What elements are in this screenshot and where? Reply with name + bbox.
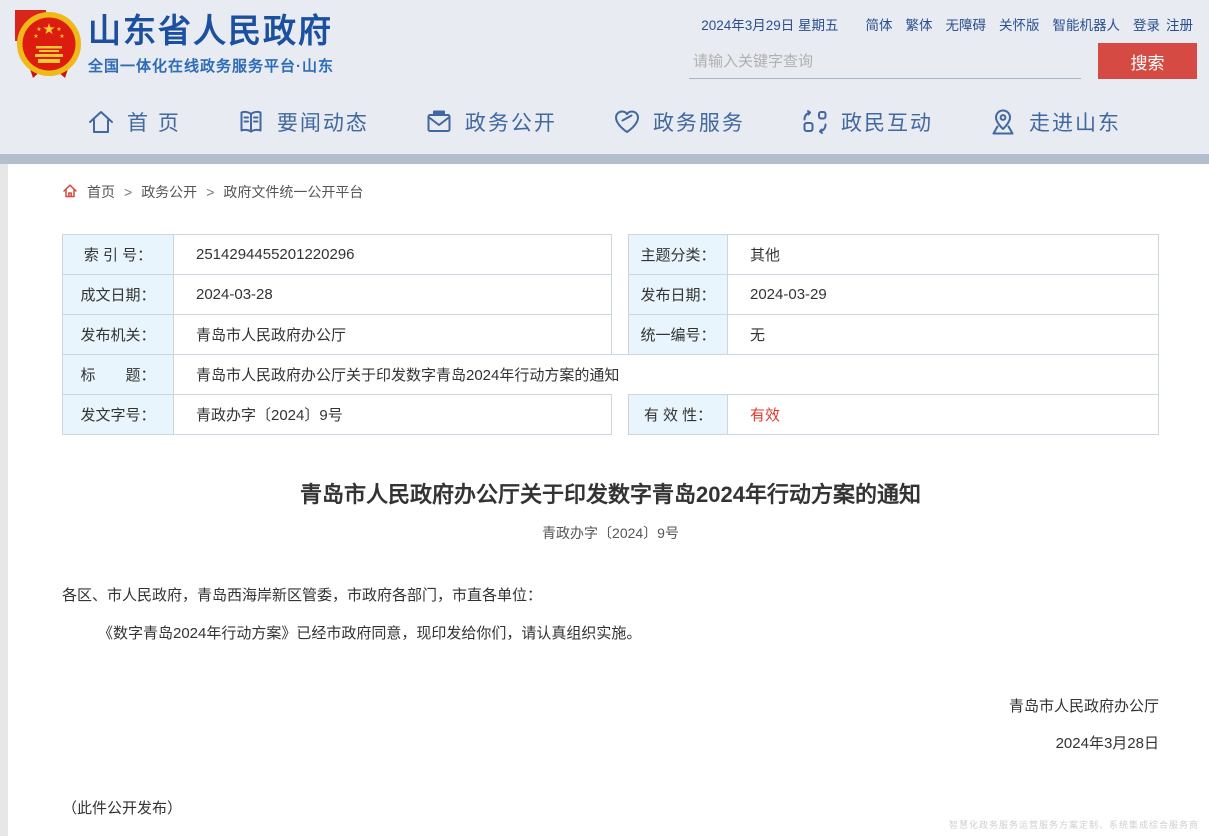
header: ★ ★ ★ ★ ★ 山东省人民政府 全国一体化在线政务服务平台·山东 2024年…: [0, 0, 1209, 90]
home-icon-red[interactable]: [62, 183, 78, 202]
book-icon: [236, 107, 266, 137]
breadcrumb-home[interactable]: 首页: [87, 182, 115, 202]
meta-label-publish-date: 发布日期：: [628, 274, 728, 315]
document-title: 青岛市人民政府办公厅关于印发数字青岛2024年行动方案的通知: [62, 477, 1159, 509]
site-title: 山东省人民政府: [88, 13, 334, 49]
meta-value-issuing-agency: 青岛市人民政府办公厅: [174, 314, 612, 355]
page: ★ ★ ★ ★ ★ 山东省人民政府 全国一体化在线政务服务平台·山东 2024年…: [0, 0, 1209, 836]
header-right: 2024年3月29日 星期五 简体 繁体 无障碍 关怀版 智能机器人 登录 注册…: [689, 14, 1209, 79]
divider-band: [0, 154, 1209, 164]
nav-label: 要闻动态: [277, 107, 369, 137]
meta-value-publish-date: 2024-03-29: [728, 274, 1159, 315]
link-robot[interactable]: 智能机器人: [1053, 14, 1121, 34]
meta-value-category: 其他: [728, 234, 1159, 275]
table-row: 发布机关： 青岛市人民政府办公厅 统一编号： 无: [62, 314, 1159, 355]
nav-item-interaction[interactable]: 政民互动: [800, 107, 933, 137]
meta-label-written-date: 成文日期：: [62, 274, 174, 315]
watermark-text: 智慧化政务服务运营服务方案定制、系统集成综合服务商: [949, 818, 1199, 831]
meta-label-index: 索 引 号：: [62, 234, 174, 275]
nav-label: 走进山东: [1029, 107, 1121, 137]
table-gap: [612, 234, 628, 275]
nav-label: 政民互动: [841, 107, 933, 137]
nav-item-news[interactable]: 要闻动态: [236, 107, 369, 137]
brand[interactable]: 山东省人民政府 全国一体化在线政务服务平台·山东: [88, 13, 334, 76]
meta-label-issuing-agency: 发布机关：: [62, 314, 174, 355]
topbar: 2024年3月29日 星期五 简体 繁体 无障碍 关怀版 智能机器人 登录 注册: [689, 14, 1209, 34]
meta-label-category: 主题分类：: [628, 234, 728, 275]
svg-text:★: ★: [36, 26, 41, 33]
breadcrumb-separator: >: [124, 184, 132, 200]
svg-text:★: ★: [42, 21, 55, 38]
date-text: 2024年3月29日 星期五: [701, 14, 838, 34]
table-row: 发文字号： 青政办字〔2024〕9号 有 效 性： 有效: [62, 394, 1159, 435]
main-nav: 首 页 要闻动态 政务公开: [0, 90, 1209, 154]
search-input[interactable]: [689, 45, 1081, 79]
breadcrumb-separator: >: [206, 184, 214, 200]
content: 首页 > 政务公开 > 政府文件统一公开平台 索 引 号： 2514294455…: [0, 164, 1209, 836]
nav-label: 首 页: [127, 107, 181, 137]
document-number: 青政办字〔2024〕9号: [62, 523, 1159, 543]
link-care-version[interactable]: 关怀版: [999, 14, 1040, 34]
table-row: 成文日期： 2024-03-28 发布日期： 2024-03-29: [62, 274, 1159, 315]
svg-text:★: ★: [33, 33, 38, 40]
search-bar: 搜索: [689, 43, 1209, 79]
table-row: 标 题： 青岛市人民政府办公厅关于印发数字青岛2024年行动方案的通知: [62, 354, 1159, 395]
nav-label: 政务公开: [465, 107, 557, 137]
table-gap: [612, 394, 628, 435]
document-footnote: （此件公开发布）: [62, 797, 1159, 818]
link-traditional[interactable]: 繁体: [906, 14, 933, 34]
nav-item-open-gov[interactable]: 政务公开: [424, 107, 557, 137]
document-body: 《数字青岛2024年行动方案》已经市政府同意，现印发给你们，请认真组织实施。: [62, 623, 1159, 645]
home-icon: [86, 107, 116, 137]
document-signer: 青岛市人民政府办公厅: [62, 695, 1159, 716]
link-accessibility[interactable]: 无障碍: [946, 14, 987, 34]
interact-arrows-icon: [800, 107, 830, 137]
link-simplified[interactable]: 简体: [866, 14, 893, 34]
breadcrumb-platform[interactable]: 政府文件统一公开平台: [223, 182, 363, 202]
meta-value-doc-number: 青政办字〔2024〕9号: [174, 394, 612, 435]
map-pin-icon: [988, 107, 1018, 137]
svg-text:★: ★: [59, 33, 64, 40]
nav-item-services[interactable]: 政务服务: [612, 107, 745, 137]
meta-value-validity: 有效: [728, 394, 1159, 435]
site-subtitle: 全国一体化在线政务服务平台·山东: [88, 55, 334, 76]
svg-text:★: ★: [56, 26, 61, 33]
meta-label-unified-number: 统一编号：: [628, 314, 728, 355]
meta-label-title: 标 题：: [62, 354, 174, 395]
meta-label-validity: 有 效 性：: [628, 394, 728, 435]
national-emblem-icon[interactable]: ★ ★ ★ ★ ★: [12, 8, 82, 82]
nav-label: 政务服务: [653, 107, 745, 137]
table-gap: [612, 314, 628, 355]
meta-label-doc-number: 发文字号：: [62, 394, 174, 435]
search-button[interactable]: 搜索: [1098, 43, 1197, 79]
table-row: 索 引 号： 2514294455201220296 主题分类： 其他: [62, 234, 1159, 275]
nav-item-about-shandong[interactable]: 走进山东: [988, 107, 1121, 137]
link-register[interactable]: 注册: [1166, 14, 1193, 34]
meta-value-written-date: 2024-03-28: [174, 274, 612, 315]
breadcrumb: 首页 > 政务公开 > 政府文件统一公开平台: [62, 164, 1159, 202]
nav-item-home[interactable]: 首 页: [86, 107, 181, 137]
link-login[interactable]: 登录: [1133, 14, 1160, 34]
envelope-icon: [424, 107, 454, 137]
breadcrumb-open-gov[interactable]: 政务公开: [141, 182, 197, 202]
document-meta-table: 索 引 号： 2514294455201220296 主题分类： 其他 成文日期…: [62, 234, 1159, 435]
table-gap: [612, 274, 628, 315]
document-salutation: 各区、市人民政府，青岛西海岸新区管委，市政府各部门，市直各单位：: [62, 585, 1159, 607]
meta-value-index: 2514294455201220296: [174, 234, 612, 275]
heart-icon: [612, 107, 642, 137]
meta-value-unified-number: 无: [728, 314, 1159, 355]
meta-value-title: 青岛市人民政府办公厅关于印发数字青岛2024年行动方案的通知: [174, 354, 1159, 395]
document-sign-date: 2024年3月28日: [62, 732, 1159, 753]
left-gutter: [0, 164, 8, 836]
